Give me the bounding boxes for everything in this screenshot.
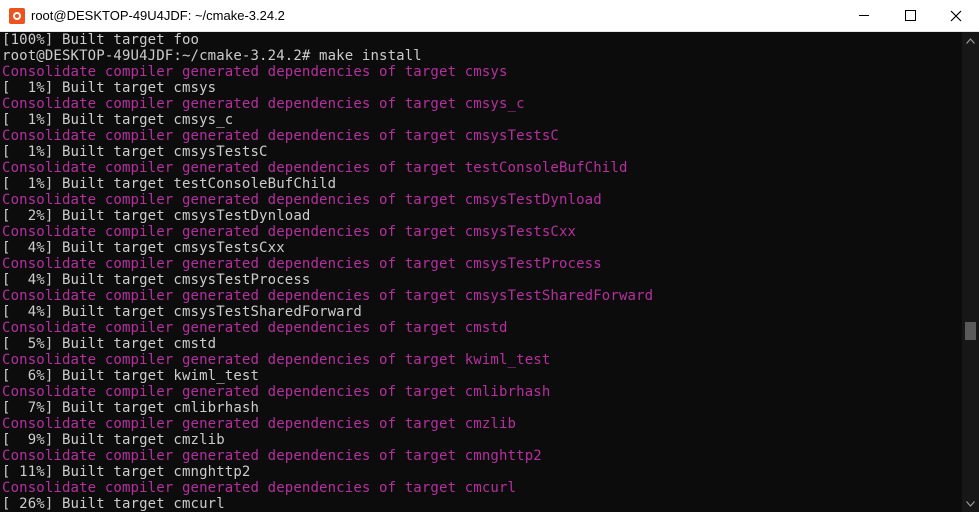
terminal-line: [ 7%] Built target cmlibrhash — [2, 400, 260, 416]
terminal-line: [ 1%] Built target cmsys_c — [2, 112, 234, 128]
terminal-window: root@DESKTOP-49U4JDF: ~/cmake-3.24.2 [10… — [0, 0, 979, 512]
terminal-line-info: Consolidate compiler generated dependenc… — [2, 448, 542, 464]
scrollbar-thumb[interactable] — [965, 322, 976, 340]
vertical-scrollbar[interactable] — [962, 32, 979, 512]
minimize-icon — [859, 15, 869, 16]
terminal-line-info: Consolidate compiler generated dependenc… — [2, 64, 508, 80]
terminal-line-info: Consolidate compiler generated dependenc… — [2, 256, 602, 272]
window-controls — [841, 0, 979, 31]
close-button[interactable] — [933, 0, 979, 31]
terminal-line-info: Consolidate compiler generated dependenc… — [2, 384, 551, 400]
terminal-line-info: Consolidate compiler generated dependenc… — [2, 128, 559, 144]
maximize-button[interactable] — [887, 0, 933, 31]
terminal-line: [ 2%] Built target cmsysTestDynload — [2, 208, 311, 224]
window-title: root@DESKTOP-49U4JDF: ~/cmake-3.24.2 — [31, 8, 285, 23]
scroll-down-icon — [966, 500, 975, 507]
terminal-line: [ 26%] Built target cmcurl — [2, 496, 225, 512]
terminal-line: [ 1%] Built target testConsoleBufChild — [2, 176, 337, 192]
ubuntu-icon[interactable] — [9, 7, 25, 24]
terminal-line: [ 11%] Built target cmnghttp2 — [2, 464, 251, 480]
terminal-line-info: Consolidate compiler generated dependenc… — [2, 224, 577, 240]
terminal-line: [ 6%] Built target kwiml_test — [2, 368, 260, 384]
terminal-line: [ 1%] Built target cmsys — [2, 80, 217, 96]
terminal-line: [ 4%] Built target cmsysTestsCxx — [2, 240, 285, 256]
terminal-line-info: Consolidate compiler generated dependenc… — [2, 192, 602, 208]
terminal-line-info: Consolidate compiler generated dependenc… — [2, 416, 517, 432]
terminal-line: [ 4%] Built target cmsysTestProcess — [2, 272, 311, 288]
terminal-output[interactable]: [100%] Built target foo root@DESKTOP-49U4… — [0, 32, 961, 512]
title-bar[interactable]: root@DESKTOP-49U4JDF: ~/cmake-3.24.2 — [0, 0, 979, 32]
terminal-line-info: Consolidate compiler generated dependenc… — [2, 480, 517, 496]
terminal-line: [ 9%] Built target cmzlib — [2, 432, 225, 448]
terminal-line-info: Consolidate compiler generated dependenc… — [2, 320, 508, 336]
terminal-line-info: Consolidate compiler generated dependenc… — [2, 96, 525, 112]
maximize-icon — [904, 10, 916, 21]
terminal-line-info: Consolidate compiler generated dependenc… — [2, 352, 551, 368]
terminal-line: root@DESKTOP-49U4JDF:~/cmake-3.24.2# mak… — [2, 48, 422, 64]
scroll-up-button[interactable] — [962, 32, 979, 49]
close-icon — [950, 10, 962, 21]
minimize-button[interactable] — [841, 0, 887, 31]
terminal-line: [ 1%] Built target cmsysTestsC — [2, 144, 268, 160]
scroll-up-icon — [966, 37, 975, 44]
scroll-down-button[interactable] — [962, 495, 979, 512]
terminal-line: [100%] Built target foo — [2, 32, 200, 48]
terminal-line-info: Consolidate compiler generated dependenc… — [2, 288, 654, 304]
terminal-line-info: Consolidate compiler generated dependenc… — [2, 160, 628, 176]
terminal-line: [ 5%] Built target cmstd — [2, 336, 217, 352]
terminal-line: [ 4%] Built target cmsysTestSharedForwar… — [2, 304, 362, 320]
